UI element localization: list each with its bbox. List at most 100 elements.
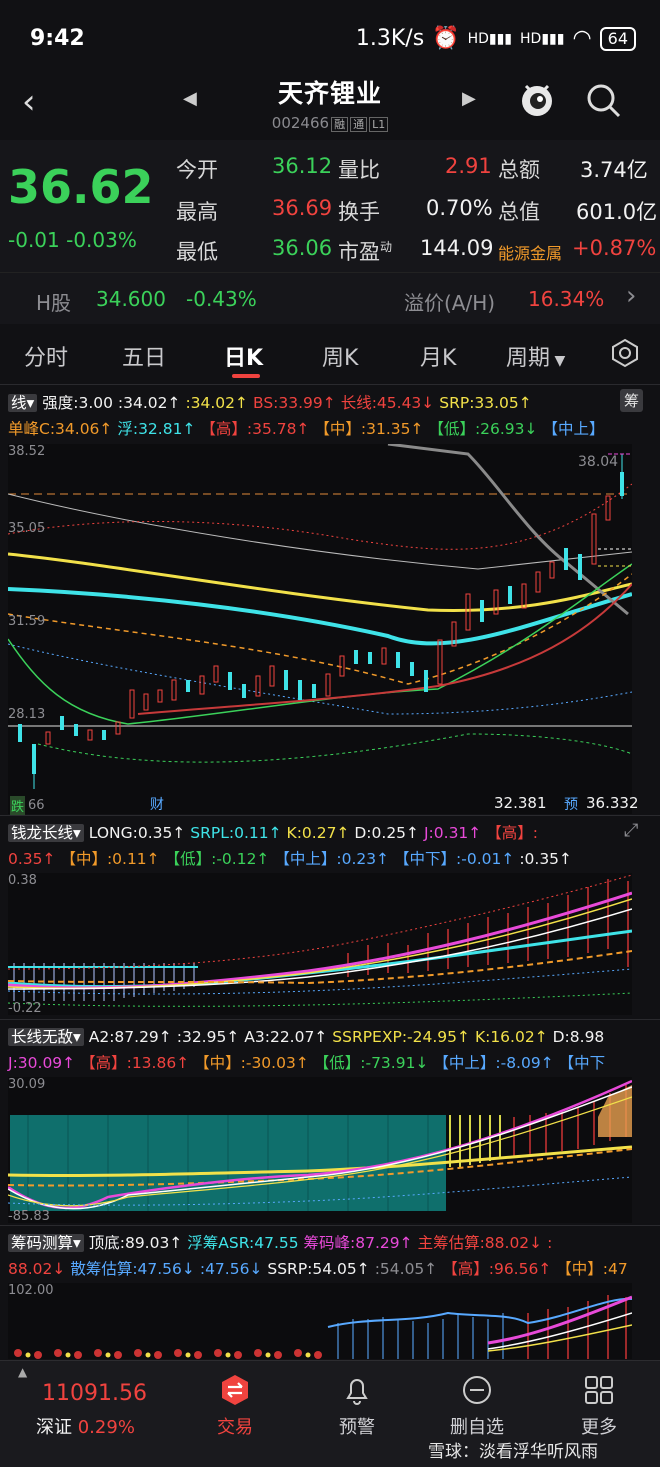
p3-k: K:16.02↑ [474,1028,548,1046]
price-change: -0.01 -0.03% [8,228,137,252]
status-icons: 1.3K/s ⏰ HD▮▮▮ HD▮▮▮ ◠ 64 [356,26,636,51]
index-info: 深证 0.29% [36,1413,135,1439]
divider [0,1019,660,1020]
p4-ssrp: SSRP:54.05↑ [267,1260,370,1278]
panel4-row1: 筹码测算▾ 顶底:89.03↑ 浮筹ASR:47.55 筹码峰:87.29↑ 主… [8,1231,552,1253]
change-pct: -0.03% [66,228,137,252]
tab-period[interactable]: 周期 ▼ [506,340,565,372]
ind-value-a: :34.02↑ [117,394,181,412]
label-amount: 总额 [498,158,540,182]
settings-icon[interactable] [610,338,640,368]
p2-mid-upper: 【中上】:0.23↑ [274,850,390,868]
top-price-label: 38.04 [578,454,619,470]
p2-d: D:0.25↑ [354,824,420,842]
panel4-selector[interactable]: 筹码测算▾ [8,1234,84,1252]
quote-row-open: 今开 [176,154,218,184]
p3-high: 【高】:13.86↑ [80,1054,190,1072]
y-label-1: 38.52 [8,444,46,459]
main-indicator-selector[interactable]: 线▾ [8,394,38,412]
p4-retail-chip: 散筹估算:47.56↓ [70,1260,195,1278]
ind-float: 浮:32.81↑ [117,420,196,438]
tab-monthly-k[interactable]: 月K [420,340,456,372]
p3-y-bottom: -85.83 [8,1209,50,1224]
search-icon[interactable] [585,82,623,120]
tab-intraday[interactable]: 分时 [24,340,68,372]
panel4-chart[interactable]: 102.00 [8,1283,632,1359]
active-tab-indicator [232,374,260,378]
panel2-selector[interactable]: 钱龙长线▾ [8,824,84,842]
label-volume-ratio: 量比 [338,158,380,182]
bottom-left-value: 66 [28,798,45,813]
p4-retail-val: :47.56↓ [199,1260,263,1278]
nav-alert-label: 预警 [339,1417,375,1438]
tab-period-label: 周期 [506,346,551,371]
value-amount: 3.74亿 [580,158,648,182]
panel2-chart[interactable]: 0.38 -0.22 [7,873,633,1016]
h-share-label: H股 [36,291,72,315]
signal-icon-2: HD▮▮▮ [520,30,565,47]
bottom-value-2: 36.332 [586,794,639,812]
h-share-row[interactable]: H股 34.600 -0.43% 溢价(A/H) 16.34% › [0,272,660,324]
last-price: 36.62 [8,160,154,214]
p4-chip-peak: 筹码峰:87.29↑ [303,1234,413,1252]
ind-mid: 【中】:31.35↑ [314,420,424,438]
mascot-icon[interactable] [518,80,556,118]
expand-icon[interactable]: ⤢ [624,820,638,841]
ind-value-b: :34.02↑ [185,394,249,412]
p4-extra: : [547,1234,553,1252]
tab-daily-k[interactable]: 日K [224,340,263,372]
panel3-row2: J:30.09↑ 【高】:13.86↑ 【中】:-30.03↑ 【低】:-73.… [8,1051,605,1073]
remove-circle-icon [463,1376,491,1404]
panel3-name: 长线无敌 [11,1028,74,1046]
y-label-4: 28.13 [8,707,46,722]
tab-weekly-k[interactable]: 周K [322,340,358,372]
panel3-selector[interactable]: 长线无敌▾ [8,1028,84,1046]
nav-more[interactable]: 更多 [554,1373,644,1439]
p2-mid-lower: 【中下】:-0.01↑ [394,850,515,868]
label-sector[interactable]: 能源金属 [498,240,562,264]
forecast-tag: 预 [564,797,578,813]
tab-five-day[interactable]: 五日 [122,340,166,372]
grid-icon [585,1376,613,1404]
main-indicator-name: 线 [11,394,27,412]
alarm-icon: ⏰ [432,26,460,51]
p2-high: 【高】: [486,824,538,842]
index-pct: 0.29% [77,1417,135,1438]
kline-chart[interactable]: 38.52 35.05 31.59 28.13 38.04 跌 66 财 32.… [7,442,639,815]
value-sector: +0.87% [572,236,657,260]
y-label-2: 35.05 [8,521,46,536]
panel2-svg [7,874,633,1007]
label-market-cap: 总值 [498,200,540,224]
p4-main-val: 88.02↓ [8,1260,66,1278]
ind-bs: BS:33.99↑ [252,394,336,412]
p3-a3: A3:22.07↑ [244,1028,328,1046]
financial-tag[interactable]: 财 [150,794,164,814]
p3-mid: 【中】:-30.03↑ [194,1054,309,1072]
panel4-row2: 88.02↓ 散筹估算:47.56↓ :47.56↓ SSRP:54.05↑ :… [8,1257,628,1279]
tag-margin: 融 [331,117,349,132]
index-value[interactable]: 11091.56 [42,1381,147,1406]
change-abs: -0.01 [8,228,60,252]
p2-mid: 【中】:0.11↑ [60,850,160,868]
next-stock-icon[interactable]: ▶ [462,88,476,109]
nav-remove-watchlist[interactable]: 删自选 [432,1373,522,1439]
bell-icon [346,1379,368,1405]
p2-low: 【低】:-0.12↑ [164,850,270,868]
stock-name: 天齐锂业 [277,79,382,108]
p3-y-top: 30.09 [8,1077,46,1092]
p4-top-bottom: 顶底:89.03↑ [88,1234,183,1252]
panel3-chart[interactable]: 30.09 -85.83 [7,1077,633,1224]
signal-icon: HD▮▮▮ [467,30,513,47]
chevron-right-icon[interactable]: › [626,281,636,311]
label-low: 最低 [176,240,218,264]
bottom-value-1: 32.381 [494,794,547,812]
p4-y-top: 102.00 [8,1283,54,1298]
bottom-nav: ▲ 11091.56 深证 0.29% 交易 预警 删自选 更多 雪球：淡看浮华… [0,1360,660,1467]
caret-up-icon: ▲ [18,1365,28,1379]
main-indicator-row2: 单峰C:34.06↑ 浮:32.81↑ 【高】:35.78↑ 【中】:31.35… [8,417,604,439]
nav-alert[interactable]: 预警 [312,1373,402,1439]
period-tabs: 分时 五日 日K 周K 月K 周期 ▼ [0,326,660,384]
p3-a2: A2:87.29↑ [88,1028,172,1046]
nav-trade[interactable]: 交易 [190,1373,280,1439]
chips-button[interactable]: 筹 [620,389,644,412]
